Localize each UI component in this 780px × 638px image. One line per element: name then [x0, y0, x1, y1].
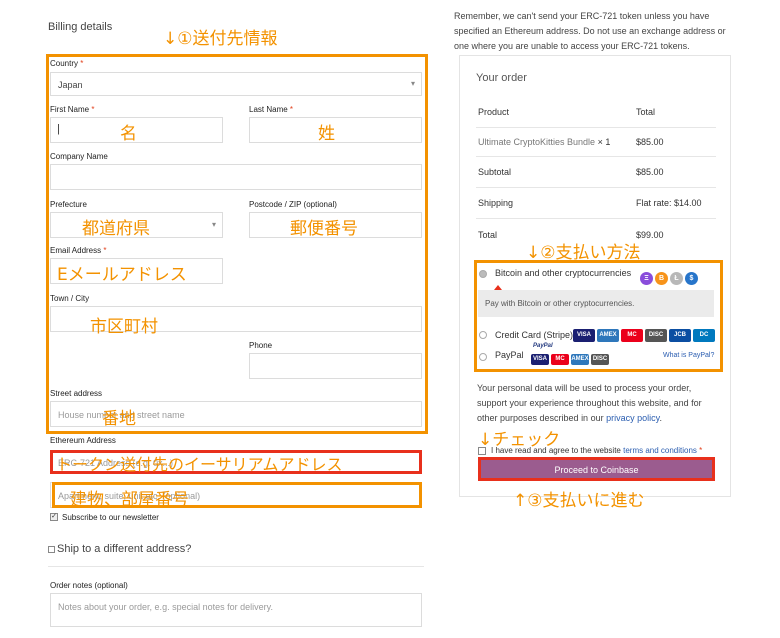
amex-icon: AMEX: [571, 354, 589, 366]
phone-input[interactable]: [249, 353, 422, 379]
annotation-eth-address: トークン送付先のイーサリアムアドレス: [56, 455, 343, 474]
visa-icon: VISA: [531, 354, 549, 366]
billing-heading: Billing details: [48, 21, 113, 33]
shipping-value: Flat rate: $14.00: [636, 198, 702, 208]
annotation-building: 建物、部屋番号: [70, 490, 189, 510]
country-label: Country *: [50, 59, 84, 68]
annotation-proceed: ↑③支払いに進む: [513, 491, 645, 511]
proceed-to-coinbase-button[interactable]: Proceed to Coinbase: [478, 457, 715, 481]
first-name-label: First Name *: [50, 105, 95, 114]
country-select[interactable]: Japan ▾: [50, 72, 422, 96]
order-notes-placeholder: Notes about your order, e.g. special not…: [58, 602, 273, 612]
annotation-last-name: 姓: [318, 124, 335, 144]
diners-icon: DC: [693, 329, 715, 343]
order-notes-label: Order notes (optional): [50, 581, 128, 590]
card-label[interactable]: Credit Card (Stripe): [495, 330, 573, 340]
newsletter-label: Subscribe to our newsletter: [62, 513, 159, 522]
last-name-label: Last Name *: [249, 105, 294, 114]
crypto-description: Pay with Bitcoin or other cryptocurrenci…: [485, 299, 635, 308]
ethereum-notice: Remember, we can't send your ERC-721 tok…: [454, 11, 726, 51]
crypto-description-box: Pay with Bitcoin or other cryptocurrenci…: [478, 290, 714, 317]
terms-link[interactable]: terms and conditions: [623, 446, 697, 455]
bitcoin-icon: B: [655, 272, 668, 285]
card-radio[interactable]: [479, 331, 487, 339]
discover-icon: DISC: [591, 354, 609, 366]
street-label: Street address: [50, 389, 103, 398]
ethereum-icon: Ξ: [640, 272, 653, 285]
subtotal-label: Subtotal: [478, 167, 512, 177]
shipping-label: Shipping: [478, 198, 514, 208]
crypto-label[interactable]: Bitcoin and other cryptocurrencies: [495, 268, 631, 278]
col-total: Total: [636, 107, 656, 117]
total-label: Total: [478, 230, 498, 240]
chevron-down-icon: ▾: [211, 220, 216, 229]
privacy-text: Your personal data will be used to proce…: [477, 383, 702, 423]
terms-checkbox[interactable]: [478, 447, 486, 455]
country-value: Japan: [58, 80, 83, 90]
privacy-policy-link[interactable]: privacy policy: [606, 413, 659, 423]
col-product: Product: [478, 107, 510, 117]
order-item-total: $85.00: [636, 137, 664, 147]
newsletter-checkbox[interactable]: ✓: [50, 513, 58, 521]
company-label: Company Name: [50, 152, 108, 161]
ship-different-checkbox[interactable]: [48, 546, 55, 553]
annotation-email: Eメールアドレス: [57, 265, 187, 285]
annotation-prefecture: 都道府県: [82, 219, 150, 239]
paypal-small-logo: PayPal: [533, 343, 553, 349]
divider: [48, 566, 424, 567]
usdc-icon: $: [685, 272, 698, 285]
email-label: Email Address *: [50, 246, 107, 255]
ship-different-label: Ship to a different address?: [57, 543, 192, 555]
annotation-street: 番地: [102, 409, 136, 429]
last-name-input[interactable]: [249, 117, 422, 143]
company-input[interactable]: [50, 164, 422, 190]
what-is-paypal-link[interactable]: What is PayPal?: [663, 352, 714, 359]
order-notes-textarea[interactable]: Notes about your order, e.g. special not…: [50, 593, 422, 627]
proceed-button-label: Proceed to Coinbase: [554, 465, 639, 475]
subtotal-value: $85.00: [636, 167, 664, 177]
order-heading: Your order: [476, 72, 527, 84]
crypto-radio[interactable]: [479, 270, 487, 278]
annotation-city: 市区町村: [90, 317, 158, 337]
phone-label: Phone: [249, 341, 273, 350]
divider: [476, 218, 716, 219]
mastercard-icon: MC: [621, 329, 643, 343]
divider: [476, 127, 716, 128]
litecoin-icon: Ł: [670, 272, 683, 285]
paypal-label[interactable]: PayPal: [495, 350, 524, 360]
text-cursor: |: [57, 123, 60, 135]
terms-label: I have read and agree to the website ter…: [491, 446, 703, 455]
card-icons: VISA AMEX MC DISC JCB DC: [573, 327, 717, 345]
divider: [476, 156, 716, 157]
annotation-shipping-info: ↓①送付先情報: [163, 29, 278, 49]
prefecture-label: Prefecture: [50, 200, 87, 209]
annotation-first-name: 名: [120, 124, 137, 144]
jcb-icon: JCB: [669, 329, 691, 343]
chevron-down-icon: ▾: [410, 79, 415, 88]
order-item-name: Ultimate CryptoKitties Bundle × 1: [478, 137, 611, 147]
visa-icon: VISA: [573, 329, 595, 343]
mastercard-icon: MC: [551, 354, 569, 366]
discover-icon: DISC: [645, 329, 667, 343]
paypal-card-icons: VISA MC AMEX DISC: [531, 351, 611, 369]
crypto-coin-icons: Ξ B Ł $: [640, 267, 700, 285]
annotation-postcode: 郵便番号: [290, 219, 358, 239]
town-label: Town / City: [50, 294, 90, 303]
amex-icon: AMEX: [597, 329, 619, 343]
divider: [476, 187, 716, 188]
paypal-radio[interactable]: [479, 353, 487, 361]
postcode-label: Postcode / ZIP (optional): [249, 200, 337, 209]
eth-label: Ethereum Address: [50, 436, 116, 445]
